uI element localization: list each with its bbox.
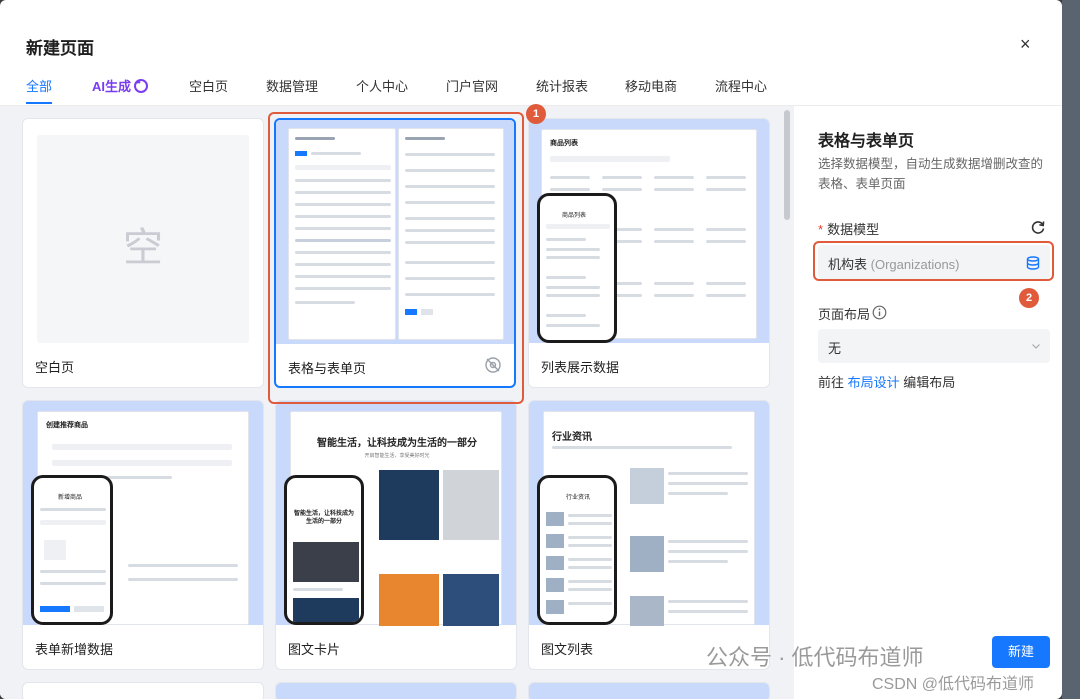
image-cards-preview-title: 智能生活，让科技成为生活的一部分 (317, 438, 477, 449)
list-preview-title: 商品列表 (550, 140, 578, 147)
template-thumbnail: 智能生活，让科技成为生活的一部分 开启智能生活，享受美好时光 智能生活，让科技成… (276, 401, 516, 626)
tab-all[interactable]: 全部 (26, 76, 52, 95)
template-caption: 图文卡片 (288, 642, 341, 657)
blank-preview: 空 (37, 135, 249, 343)
phone-preview-title: 商品列表 (562, 213, 587, 219)
background-window-strip (1062, 0, 1080, 699)
dialog-title: 新建页面 (26, 39, 94, 58)
required-mark: * (818, 222, 824, 237)
model-sub: (Organizations) (870, 257, 960, 272)
phone-preview: 行业资讯 (537, 475, 617, 625)
tab-mobile-commerce[interactable]: 移动电商 (625, 76, 677, 95)
tab-workflow[interactable]: 流程中心 (715, 76, 767, 95)
template-card-image-list[interactable]: 行业资讯 行业资讯 图文列表 (528, 400, 770, 670)
tab-portal[interactable]: 门户官网 (446, 76, 498, 95)
template-card-image-cards[interactable]: 智能生活，让科技成为生活的一部分 开启智能生活，享受美好时光 智能生活，让科技成… (275, 400, 517, 670)
database-icon (1026, 256, 1040, 270)
goto-prefix: 前往 (818, 375, 845, 390)
active-tab-indicator (26, 102, 52, 104)
template-grid-scrollbar[interactable] (784, 110, 790, 220)
image-list-preview-title: 行业资讯 (552, 432, 592, 443)
goto-suffix: 编辑布局 (903, 375, 956, 390)
phone-preview-title: 行业资讯 (566, 495, 591, 501)
model-label: * 数据模型 (818, 219, 879, 238)
template-caption: 图文列表 (541, 642, 594, 657)
data-model-select[interactable]: 机构表 (Organizations) (818, 245, 1050, 279)
template-card-partial[interactable] (528, 682, 770, 699)
info-icon[interactable] (872, 305, 887, 320)
phone-preview-title: 新增商品 (58, 495, 83, 501)
close-icon[interactable]: × (1020, 34, 1031, 55)
layout-hint: 前往 布局设计 编辑布局 (818, 372, 955, 391)
layout-design-link[interactable]: 布局设计 (848, 375, 900, 390)
template-card-partial[interactable] (275, 682, 517, 699)
tab-statistics[interactable]: 统计报表 (536, 76, 588, 95)
tab-personal-center[interactable]: 个人中心 (356, 76, 408, 95)
create-button[interactable]: 新建 (992, 636, 1050, 668)
layout-label: 页面布局 (818, 307, 871, 322)
model-value: 机构表 (828, 257, 868, 272)
tab-ai-label: AI生成 (92, 79, 132, 94)
annotation-marker-1: 1 (526, 104, 546, 124)
model-label-text: 数据模型 (827, 222, 880, 237)
form-add-preview-title: 创建推荐商品 (46, 422, 88, 429)
annotation-marker-2: 2 (1019, 288, 1039, 308)
page-layout-select[interactable]: 无 (818, 329, 1050, 363)
template-card-blank[interactable]: 空 空白页 (22, 118, 264, 388)
new-page-dialog: 新建页面 × 全部 AI生成 空白页 数据管理 个人中心 门户官网 统计报表 移… (0, 0, 1062, 699)
panel-title: 表格与表单页 (818, 133, 915, 150)
template-thumbnail: 空 (23, 119, 263, 343)
blank-placeholder: 空 (123, 226, 163, 270)
template-thumbnail: 创建推荐商品 新增商品 (23, 401, 263, 625)
phone-preview: 智能生活，让科技成为生活的一部分 (284, 475, 364, 625)
tab-data-management[interactable]: 数据管理 (266, 76, 318, 95)
template-thumbnail: 商品列表 商品列表 (529, 119, 769, 343)
template-thumbnail: 行业资讯 行业资讯 (529, 401, 769, 626)
watermark: 公众号 · 低代码布道师 (706, 645, 924, 670)
chevron-down-icon (1032, 344, 1040, 349)
panel-description: 选择数据模型，自动生成数据增删改查的表格、表单页面 (818, 157, 1044, 191)
phone-preview: 商品列表 (537, 193, 617, 343)
watermark-sub: CSDN @低代码布道师 (872, 676, 1035, 693)
phone-preview: 新增商品 (31, 475, 113, 625)
refresh-icon[interactable] (1030, 219, 1046, 235)
template-caption: 列表展示数据 (541, 360, 620, 375)
template-card-list-display[interactable]: 商品列表 商品列表 列表展示数据 (528, 118, 770, 388)
tab-blank[interactable]: 空白页 (189, 76, 228, 95)
template-card-form-add[interactable]: 创建推荐商品 新增商品 表单新增数据 (22, 400, 264, 670)
template-card-partial[interactable] (22, 682, 264, 699)
layout-value: 无 (828, 341, 842, 356)
image-cards-preview-subtitle: 开启智能生活，享受美好时光 (364, 453, 430, 459)
phone-preview-title: 智能生活，让科技成为生活的一部分 (293, 511, 354, 525)
ai-icon (134, 78, 149, 93)
template-caption: 空白页 (35, 360, 75, 375)
tab-ai-generate[interactable]: AI生成 (92, 76, 149, 95)
annotation-box-1 (268, 112, 524, 404)
template-caption: 表单新增数据 (35, 642, 114, 657)
